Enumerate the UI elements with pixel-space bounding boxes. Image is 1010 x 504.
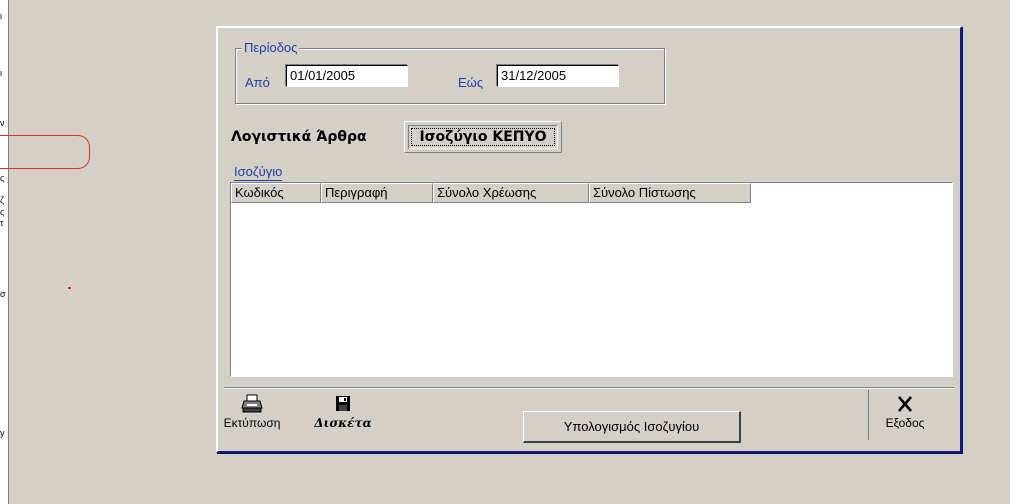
column-header-description[interactable]: Περιγραφή: [321, 183, 433, 203]
exit-label: Εξοδος: [885, 416, 925, 430]
balance-section-label: Ισοζύγιο: [234, 164, 283, 181]
printer-icon: [241, 394, 263, 414]
toolbar-separator: [224, 387, 954, 389]
annotation-outline: [0, 135, 90, 169]
strip-glyph: τ: [0, 218, 4, 228]
strip-glyph: σ: [0, 289, 6, 299]
disk-button[interactable]: Δισκέτα: [313, 394, 373, 430]
floppy-disk-icon: [333, 394, 353, 414]
disk-label: Δισκέτα: [314, 416, 372, 430]
strip-glyph: y: [0, 428, 5, 438]
strip-glyph: ς: [0, 173, 5, 183]
exit-button[interactable]: Εξοδος: [870, 394, 940, 430]
strip-glyph: ζ: [0, 195, 4, 205]
from-date-field[interactable]: 01/01/2005: [286, 65, 408, 87]
calculate-balance-button[interactable]: Υπολογισμός Ισοζυγίου: [523, 411, 741, 443]
print-label: Εκτύπωση: [223, 416, 281, 430]
to-label: Εώς: [458, 75, 484, 90]
background-document-strip: ι ι ν ς ζ ς τ σ y: [0, 0, 9, 504]
tab-balance-kepyo-face: Ισοζύγιο ΚΕΠΥΟ: [408, 125, 558, 149]
tab-balance-kepyo-label: Ισοζύγιο ΚΕΠΥΟ: [419, 129, 547, 145]
column-header-debit-total[interactable]: Σύνολο Χρέωσης: [433, 183, 589, 203]
strip-glyph: ν: [0, 118, 5, 128]
period-legend: Περίοδος: [242, 40, 300, 56]
tab-accounting-entries[interactable]: Λογιστικά Άρθρα: [231, 128, 367, 146]
close-icon: [895, 394, 915, 414]
tab-balance-kepyo[interactable]: Ισοζύγιο ΚΕΠΥΟ: [404, 121, 562, 153]
strip-glyph: ι: [0, 68, 2, 78]
to-date-field[interactable]: 31/12/2005: [497, 65, 619, 87]
print-button[interactable]: Εκτύπωση: [222, 394, 282, 430]
strip-glyph: ι: [0, 11, 2, 21]
balance-grid[interactable]: Κωδικός Περιγραφή Σύνολο Χρέωσης Σύνολο …: [230, 182, 953, 443]
column-header-credit-total[interactable]: Σύνολο Πίστωσης: [589, 183, 751, 203]
strip-glyph: ς: [0, 207, 5, 217]
balance-dialog: Περίοδος Από 01/01/2005 Εώς 31/12/2005 Λ…: [216, 26, 962, 453]
period-groupbox: Περίοδος Από 01/01/2005 Εώς 31/12/2005: [235, 40, 665, 104]
grid-header: Κωδικός Περιγραφή Σύνολο Χρέωσης Σύνολο …: [231, 183, 751, 203]
annotation-mark: [68, 287, 71, 289]
from-label: Από: [245, 75, 270, 90]
column-header-code[interactable]: Κωδικός: [231, 183, 321, 203]
